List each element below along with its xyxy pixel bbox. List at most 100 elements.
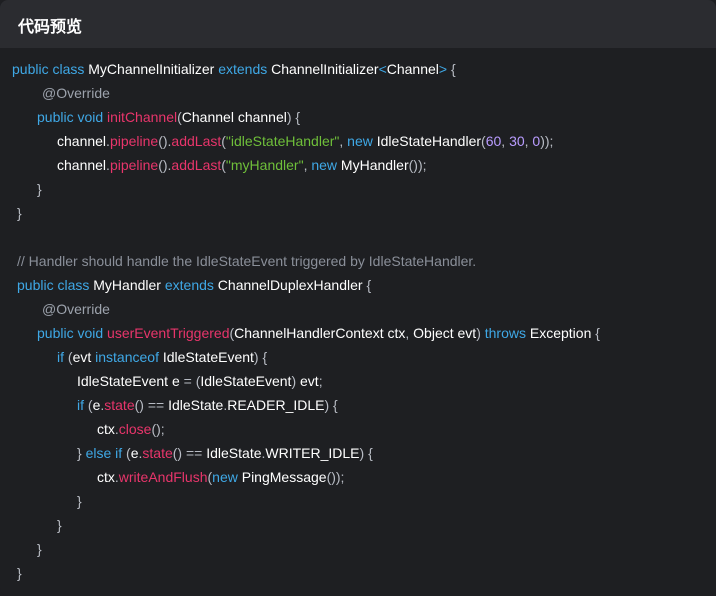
code-token: }: [57, 517, 62, 533]
code-token: IdleStateEvent e: [77, 373, 184, 389]
code-token: ().: [158, 157, 172, 173]
code-token: @Override: [42, 301, 110, 317]
code-token: state: [142, 445, 173, 461]
code-token: {: [595, 325, 600, 341]
code-token: ctx: [97, 421, 115, 437]
code-token: // Handler should handle the IdleStateEv…: [17, 253, 477, 269]
code-token: throws: [484, 325, 530, 341]
code-token: public void: [37, 325, 108, 341]
code-token: IdleStateEvent: [162, 349, 254, 365]
code-line: }: [0, 201, 716, 225]
code-token: ;: [318, 373, 323, 389]
code-token: new: [212, 469, 242, 485]
code-token: <: [378, 61, 387, 77]
code-token: channel: [57, 133, 107, 149]
code-token: Object evt: [413, 325, 477, 341]
code-token: public class: [17, 277, 94, 293]
code-token: WRITER_IDLE: [265, 445, 360, 461]
code-token: }: [17, 205, 22, 221]
code-token: ,: [405, 325, 414, 341]
code-token: () ==: [134, 397, 169, 413]
code-token: public class: [12, 61, 89, 77]
code-token: addLast: [171, 157, 222, 173]
code-line: if (e.state() == IdleState.READER_IDLE) …: [0, 393, 716, 417]
code-line: ctx.writeAndFlush(new PingMessage());: [0, 465, 716, 489]
code-token: if: [77, 397, 88, 413]
code-token: "idleStateHandler": [225, 133, 340, 149]
code-token: 60: [485, 133, 502, 149]
code-line: }: [0, 177, 716, 201]
code-token: MyHandler: [93, 277, 165, 293]
code-token: close: [118, 421, 152, 437]
code-token: {: [366, 277, 372, 293]
code-token: extends: [218, 61, 272, 77]
code-token: channel: [57, 157, 107, 173]
code-token: IdleState: [206, 445, 262, 461]
code-token: pipeline: [109, 157, 159, 173]
code-token: {: [450, 61, 456, 77]
code-token: IdleState: [168, 397, 224, 413]
code-token: "myHandler": [225, 157, 304, 173]
code-token: }: [77, 493, 82, 509]
code-token: IdleStateHandler: [376, 133, 482, 149]
code-token: Exception: [529, 325, 596, 341]
code-token: = (: [183, 373, 201, 389]
code-token: }: [77, 445, 86, 461]
code-token: 30: [509, 133, 525, 149]
code-token: Channel: [386, 61, 439, 77]
panel-title: 代码预览: [18, 17, 83, 36]
code-line: @Override: [0, 81, 716, 105]
code-token: ChannelHandlerContext ctx: [234, 325, 406, 341]
code-token: writeAndFlush: [118, 469, 208, 485]
code-token: public void: [37, 109, 108, 125]
code-token: ChannelDuplexHandler: [217, 277, 367, 293]
code-token: Channel channel: [181, 109, 287, 125]
code-token: ): [476, 325, 485, 341]
code-line: public void initChannel(Channel channel)…: [0, 105, 716, 129]
code-token: () ==: [172, 445, 207, 461]
code-token: MyChannelInitializer: [88, 61, 219, 77]
code-line: }: [0, 489, 716, 513]
code-token: MyHandler: [340, 157, 409, 173]
code-line: }: [0, 561, 716, 585]
code-line: // Handler should handle the IdleStateEv…: [0, 249, 716, 273]
code-token: ,: [339, 133, 348, 149]
code-token: initChannel: [107, 109, 178, 125]
code-token: IdleStateEvent: [200, 373, 292, 389]
code-token: e: [130, 445, 139, 461]
code-token: pipeline: [109, 133, 159, 149]
code-block[interactable]: public class MyChannelInitializer extend…: [0, 57, 716, 585]
code-preview-panel: 代码预览 public class MyChannelInitializer e…: [0, 0, 716, 596]
code-token: ) {: [253, 349, 268, 365]
code-token: evt: [300, 373, 319, 389]
code-token: @Override: [42, 85, 110, 101]
code-token: }: [37, 541, 42, 557]
code-token: if: [57, 349, 68, 365]
code-line: }: [0, 513, 716, 537]
code-line: public class MyHandler extends ChannelDu…: [0, 273, 716, 297]
code-token: ,: [501, 133, 510, 149]
code-token: ChannelInitializer: [271, 61, 379, 77]
code-token: extends: [164, 277, 218, 293]
code-token: ) {: [286, 109, 301, 125]
code-token: ctx: [97, 469, 115, 485]
code-line: ctx.close();: [0, 417, 716, 441]
code-line: public void userEventTriggered(ChannelHa…: [0, 321, 716, 345]
code-token: evt: [72, 349, 96, 365]
code-token: ();: [151, 421, 165, 437]
code-line: @Override: [0, 297, 716, 321]
code-token: READER_IDLE: [227, 397, 325, 413]
code-line: if (evt instanceof IdleStateEvent) {: [0, 345, 716, 369]
code-token: ) {: [359, 445, 373, 461]
code-line: channel.pipeline().addLast("idleStateHan…: [0, 129, 716, 153]
code-line: channel.pipeline().addLast("myHandler", …: [0, 153, 716, 177]
code-token: }: [37, 181, 42, 197]
code-token: >: [438, 61, 451, 77]
code-token: ());: [408, 157, 427, 173]
code-line: IdleStateEvent e = (IdleStateEvent) evt;: [0, 369, 716, 393]
code-token: ());: [326, 469, 345, 485]
panel-header: 代码预览: [0, 0, 716, 48]
code-token: else if: [85, 445, 127, 461]
code-token: ));: [540, 133, 554, 149]
